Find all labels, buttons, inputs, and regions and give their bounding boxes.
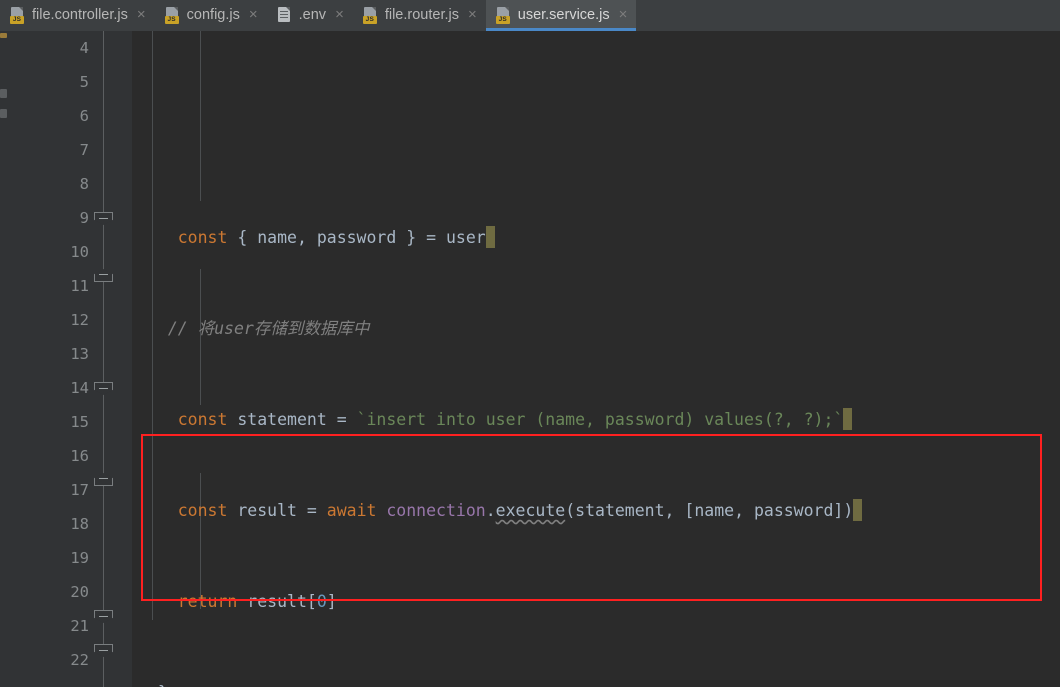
tab-label: user.service.js (517, 7, 610, 23)
line-number: 4 (79, 39, 89, 57)
js-badge: JS (164, 16, 179, 24)
code-folding-rail (103, 31, 104, 687)
close-icon[interactable]: × (137, 7, 146, 24)
code-editor-area[interactable]: 4 5 6 7 8 9 10 11 12 13 14 15 16 17 18 1… (0, 31, 1060, 687)
fold-end-marker[interactable] (94, 644, 113, 657)
line-number: 18 (70, 515, 89, 533)
line-number: 12 (70, 311, 89, 329)
line-number: 9 (79, 209, 89, 227)
code-line[interactable]: // 将user存储到数据库中 (132, 312, 1060, 346)
line-number-column: 4 5 6 7 8 9 10 11 12 13 14 15 16 17 18 1… (9, 31, 89, 687)
line-number: 13 (70, 345, 89, 363)
js-file-icon: JS (495, 7, 512, 24)
editor-gutter[interactable]: 4 5 6 7 8 9 10 11 12 13 14 15 16 17 18 1… (9, 31, 131, 687)
code-line[interactable]: const statement = `insert into user (nam… (132, 403, 1060, 437)
fold-start-marker[interactable] (94, 473, 113, 486)
tab-config-js[interactable]: JS config.js × (155, 0, 267, 31)
tab-label: config.js (186, 7, 240, 23)
line-number: 6 (79, 107, 89, 125)
tab-label: file.router.js (384, 7, 459, 23)
line-number: 21 (70, 617, 89, 635)
fold-start-marker[interactable] (94, 269, 113, 282)
tab-file-controller-js[interactable]: JS file.controller.js × (0, 0, 155, 31)
close-icon[interactable]: × (468, 7, 477, 24)
line-number: 19 (70, 549, 89, 567)
js-file-icon: JS (10, 7, 26, 24)
code-line[interactable]: const result = await connection.execute(… (132, 494, 1060, 528)
js-badge: JS (362, 16, 377, 24)
line-number: 5 (79, 73, 89, 91)
code-line[interactable]: return result[0] (132, 585, 1060, 619)
strip-marker[interactable] (0, 89, 7, 98)
line-number: 11 (70, 277, 89, 295)
js-file-icon: JS (164, 7, 181, 24)
code-line[interactable]: const { name, password } = user (132, 221, 1060, 255)
text-file-icon (277, 7, 293, 24)
editor-tab-bar: JS file.controller.js × JS config.js × .… (0, 0, 1060, 31)
fold-end-marker[interactable] (94, 382, 113, 395)
strip-marker[interactable] (0, 109, 7, 118)
line-number: 14 (70, 379, 89, 397)
tab-label: .env (298, 7, 327, 23)
line-number: 20 (70, 583, 89, 601)
fold-end-marker[interactable] (94, 610, 113, 623)
js-badge: JS (495, 16, 510, 24)
close-icon[interactable]: × (619, 7, 628, 24)
tab-user-service-js[interactable]: JS user.service.js × (485, 0, 637, 31)
indent-guide (200, 31, 201, 201)
line-number: 17 (70, 481, 89, 499)
code-content[interactable]: const { name, password } = user // 将user… (132, 31, 1060, 687)
line-number: 22 (70, 651, 89, 669)
line-number: 15 (70, 413, 89, 431)
eol-change-marker (843, 408, 853, 430)
line-number: 10 (70, 243, 89, 261)
close-icon[interactable]: × (249, 7, 258, 24)
tab-env[interactable]: .env × (267, 0, 353, 31)
code-line[interactable]: } (132, 676, 1060, 687)
fold-end-marker[interactable] (94, 212, 113, 225)
tab-label: file.controller.js (32, 7, 128, 23)
close-icon[interactable]: × (335, 7, 344, 24)
tab-file-router-js[interactable]: JS file.router.js × (353, 0, 486, 31)
js-badge: JS (10, 16, 24, 24)
line-number: 23 (9, 677, 89, 687)
strip-marker[interactable] (0, 33, 7, 38)
line-number: 7 (79, 141, 89, 159)
eol-change-marker (485, 226, 495, 248)
js-file-icon: JS (362, 7, 379, 24)
eol-change-marker (853, 499, 863, 521)
line-number: 16 (70, 447, 89, 465)
line-number: 8 (79, 175, 89, 193)
annotation-strip[interactable] (0, 31, 9, 687)
